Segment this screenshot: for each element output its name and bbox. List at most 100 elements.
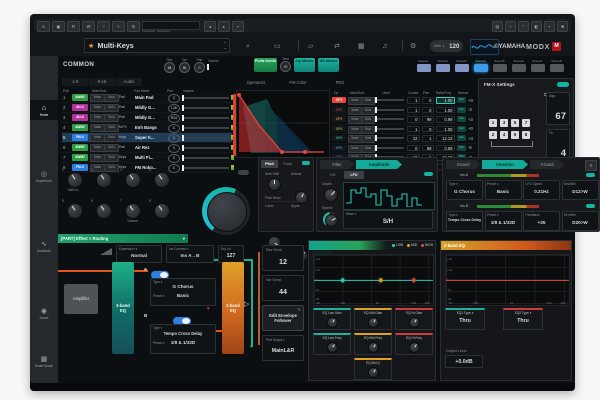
part-volume-slider[interactable] bbox=[183, 147, 229, 149]
common-knob[interactable]: Rev 64 bbox=[164, 58, 175, 73]
pitch-toggle[interactable] bbox=[302, 161, 310, 165]
eq2-graph[interactable]: +24+120-12-24 201001k10k20k bbox=[445, 254, 570, 306]
assign-knob-cell[interactable]: 3 bbox=[118, 168, 147, 199]
lfo-speed-knob[interactable] bbox=[323, 212, 338, 227]
op-mute-button[interactable]: Mute bbox=[348, 97, 362, 105]
operator-chip[interactable]: OP6 bbox=[332, 145, 346, 151]
eq3-knob-cell[interactable]: EQ Hi Gain bbox=[395, 308, 433, 330]
eq3-knob-cell[interactable]: EQ Mid Freq bbox=[354, 333, 392, 355]
eq3-knob-cell[interactable]: EQ Low Freq bbox=[313, 333, 351, 355]
assign-knob[interactable] bbox=[67, 172, 83, 188]
common-knob[interactable]: Var 50 bbox=[179, 58, 190, 73]
scene-button[interactable]: Scene1 bbox=[414, 59, 433, 72]
assign-knob[interactable] bbox=[96, 172, 112, 188]
toolbar-button[interactable]: ▣ bbox=[52, 21, 65, 32]
op-level-slider[interactable] bbox=[376, 128, 404, 130]
rev-send-box[interactable]: Rev Send 12 bbox=[262, 245, 304, 271]
op-freq-mode-chip[interactable]: Rat bbox=[457, 107, 466, 113]
ins-b-preset[interactable]: Preset ▾1/8 & 1/32D bbox=[485, 211, 522, 231]
assign-knob-cell[interactable]: 2 bbox=[89, 168, 118, 199]
part-mute-button[interactable]: Mute bbox=[90, 124, 105, 132]
routing-bar[interactable]: [PART] Effect > Routing▾ bbox=[58, 234, 188, 243]
assign-knob[interactable] bbox=[67, 203, 83, 219]
window-chrome-icon[interactable]: ▪ bbox=[544, 21, 555, 32]
tempo-box[interactable]: DAW ♩ 120 bbox=[430, 40, 463, 52]
ins-b-feedback[interactable]: Feedback+35 bbox=[523, 211, 560, 231]
preset-field[interactable] bbox=[142, 21, 200, 30]
op-solo-button[interactable]: Solo bbox=[361, 97, 375, 105]
scene-button[interactable]: Scene4 bbox=[471, 59, 490, 72]
algo-box[interactable]: Algo 67 bbox=[546, 92, 570, 125]
assign-knob[interactable] bbox=[125, 172, 141, 188]
operator-row[interactable]: OP1 Mute Solo 1 0 1.00 Rat +0 bbox=[330, 96, 476, 106]
collapse-button[interactable]: « bbox=[585, 160, 597, 171]
sidebar-item[interactable]: ∿ KnobAuto bbox=[30, 239, 58, 253]
sidebar-item[interactable]: ◉ Scene bbox=[30, 306, 58, 320]
eq3-knob-cell[interactable]: EQ Mid Q bbox=[354, 358, 392, 380]
scene-button[interactable]: Scene3 bbox=[452, 59, 471, 72]
part-mute-button[interactable]: Mute bbox=[90, 134, 105, 142]
operator-envelope-display[interactable] bbox=[236, 90, 330, 158]
op-mute-button[interactable]: Mute bbox=[348, 116, 362, 124]
part-solo-button[interactable]: Solo bbox=[104, 94, 119, 102]
eq3-low-dot[interactable] bbox=[341, 278, 345, 282]
part-volume-slider[interactable] bbox=[183, 157, 229, 159]
keyboard-grid-icon[interactable]: ▦ bbox=[358, 41, 365, 50]
porta-time-knob[interactable]: Time +0 bbox=[280, 57, 291, 72]
tab-insertion[interactable]: Insertion bbox=[482, 160, 528, 169]
operator-row[interactable]: OP3 Mute Solo 0 99 0.99 Rat +3 bbox=[330, 115, 476, 125]
part-mute-button[interactable]: Mute bbox=[90, 114, 105, 122]
ins-b-edit-toggle[interactable] bbox=[586, 204, 595, 208]
eq2-type-cell[interactable]: EQ2 Type ▾ Thru bbox=[503, 308, 543, 330]
ins-a-edit-toggle[interactable] bbox=[586, 173, 595, 177]
lfo-subtab[interactable]: LFO bbox=[344, 171, 364, 179]
part-mute-button[interactable]: Mute bbox=[90, 104, 105, 112]
sync-icon[interactable]: ⇄ bbox=[334, 41, 340, 50]
part-row[interactable]: 7 AWM2 Mute Solo Keys Multi Pi... C bbox=[62, 153, 232, 163]
ins-b-drywet[interactable]: Dry/WetD20>W bbox=[562, 211, 599, 231]
operator-chip[interactable]: OP1 bbox=[332, 97, 346, 103]
pitch-tab[interactable]: Pitch bbox=[261, 160, 278, 168]
part-pan-knob[interactable]: C bbox=[168, 94, 180, 103]
toolbar-nav-button[interactable]: ▪ bbox=[232, 21, 244, 32]
ins-a-preset[interactable]: Preset ▾Basic bbox=[485, 180, 522, 200]
output-level-value[interactable]: +0.0dB bbox=[445, 355, 483, 368]
part-row[interactable]: 2 AN-X Mute Solo Pad Mildly G... L16 bbox=[62, 103, 232, 113]
scene-button[interactable]: Scene5 bbox=[490, 59, 509, 72]
eq3-block[interactable]: 3-band EQ bbox=[112, 262, 134, 354]
operator-row[interactable]: OP6 Mute Solo 0 99 0.99 Rat -6 bbox=[330, 144, 476, 154]
op-ratio[interactable]: 1.00 bbox=[436, 126, 455, 133]
toolbar-button[interactable]: + bbox=[112, 21, 125, 32]
part-pan-knob[interactable]: R14 bbox=[168, 114, 180, 123]
toolbar-nav-button[interactable]: ◂ bbox=[204, 21, 216, 32]
assign-knob[interactable] bbox=[154, 203, 170, 219]
part-volume-slider[interactable] bbox=[183, 137, 229, 139]
op-level-slider[interactable] bbox=[376, 118, 404, 120]
window-chrome-icon[interactable]: ▤ bbox=[492, 21, 503, 32]
scene-button[interactable]: Scene6 bbox=[509, 59, 528, 72]
toolbar-button[interactable]: ◔ bbox=[97, 21, 110, 32]
op-level-slider[interactable] bbox=[376, 147, 404, 149]
eq3-knob-cell[interactable]: EQ Mid Gain bbox=[354, 308, 392, 330]
part-pan-knob[interactable]: C bbox=[168, 144, 180, 153]
part-bank-tab[interactable]: 1-8 bbox=[62, 78, 88, 86]
op-ratio[interactable]: 0.99 bbox=[436, 116, 455, 123]
part-solo-button[interactable]: Solo bbox=[104, 144, 119, 152]
lfo-wave-select[interactable]: Wave ▾ S/H bbox=[343, 210, 433, 229]
operator-row[interactable]: OP2 Mute Solo 1 0 1.00 Rat -3 bbox=[330, 106, 476, 116]
part-volume-slider[interactable] bbox=[183, 107, 229, 109]
operator-tab[interactable]: FM Color bbox=[278, 78, 318, 87]
arp-master-button[interactable]: Arp Master bbox=[294, 58, 315, 72]
eq3-knob-cell[interactable]: EQ Low Gain bbox=[313, 308, 351, 330]
op-ratio[interactable]: 0.99 bbox=[436, 145, 455, 152]
eg-subtab[interactable]: EG bbox=[323, 171, 343, 179]
common-knob-dial[interactable]: 64 bbox=[164, 62, 175, 73]
op-solo-button[interactable]: Solo bbox=[361, 107, 375, 115]
tab-2band[interactable]: 2-band bbox=[530, 160, 564, 169]
eq3-knob-cell[interactable]: EQ Hi Freq bbox=[395, 333, 433, 355]
op-freq-mode-chip[interactable]: Rat bbox=[457, 145, 466, 151]
part-pan-knob[interactable]: C bbox=[168, 124, 180, 133]
op-coarse[interactable]: 1 bbox=[407, 107, 420, 114]
toolbar-button[interactable]: W bbox=[82, 21, 95, 32]
portamento-button[interactable]: Porta mento bbox=[254, 58, 277, 72]
